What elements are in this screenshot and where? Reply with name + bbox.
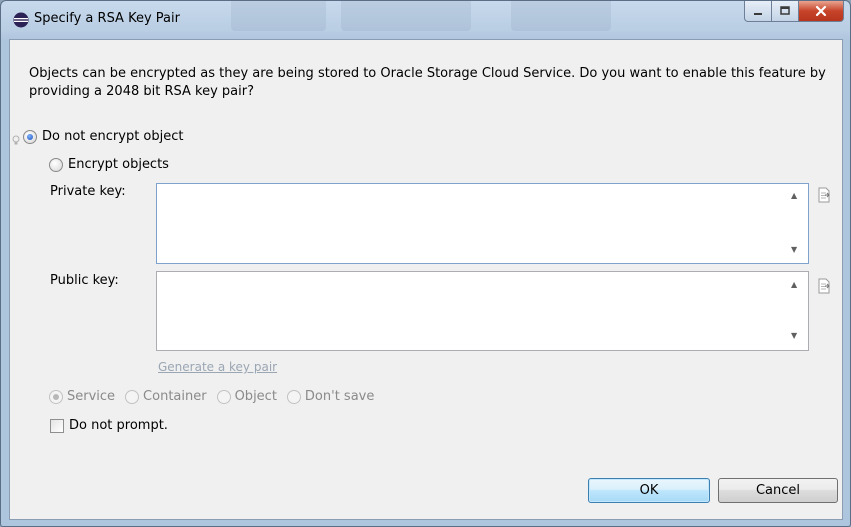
background-window-ghost <box>231 1 326 31</box>
title-bar[interactable]: Specify a RSA Key Pair <box>1 1 850 39</box>
radio-do-not-encrypt[interactable]: Do not encrypt object <box>23 129 183 144</box>
private-key-textarea[interactable] <box>156 183 809 264</box>
scroll-down-arrow-icon[interactable]: ▼ <box>791 331 797 340</box>
cancel-button[interactable]: Cancel <box>718 478 838 503</box>
file-import-icon[interactable] <box>817 278 831 294</box>
close-button[interactable] <box>799 1 844 22</box>
description-text: Objects can be encrypted as they are bei… <box>29 66 826 99</box>
radio-container[interactable]: Container <box>125 389 207 404</box>
radio-dont-save[interactable]: Don't save <box>286 389 375 404</box>
radio-label: Don't save <box>304 389 375 404</box>
scroll-down-arrow-icon[interactable]: ▼ <box>791 245 797 254</box>
radio-label: Service <box>67 389 116 404</box>
radio-service[interactable]: Service <box>49 389 115 404</box>
radio-label: Container <box>143 389 207 404</box>
file-import-icon[interactable] <box>817 187 831 203</box>
save-scope-group: Service Container Object Don't save <box>49 389 374 404</box>
generate-key-pair-link[interactable]: Generate a key pair <box>158 360 277 374</box>
background-window-ghost <box>511 1 611 31</box>
window-title: Specify a RSA Key Pair <box>34 11 180 26</box>
radio-button[interactable] <box>49 157 63 172</box>
scroll-up-arrow-icon[interactable]: ▲ <box>791 280 797 289</box>
radio-label: Encrypt objects <box>68 157 169 172</box>
maximize-icon <box>780 6 790 15</box>
do-not-prompt-checkbox[interactable]: Do not prompt. <box>50 418 168 433</box>
ok-button[interactable]: OK <box>588 478 710 503</box>
maximize-button[interactable] <box>772 1 799 22</box>
radio-button[interactable] <box>23 129 37 144</box>
checkbox-label: Do not prompt. <box>69 418 168 433</box>
radio-button[interactable] <box>125 389 140 404</box>
public-key-label: Public key: <box>50 273 119 288</box>
eclipse-icon <box>13 12 29 28</box>
minimize-icon <box>754 13 762 15</box>
radio-button[interactable] <box>286 389 301 404</box>
close-icon <box>815 5 827 17</box>
dialog-body: Objects can be encrypted as they are bei… <box>9 39 843 520</box>
caption-buttons <box>744 1 844 22</box>
radio-button[interactable] <box>49 389 63 404</box>
minimize-button[interactable] <box>744 1 772 22</box>
checkbox[interactable] <box>50 418 64 433</box>
scroll-up-arrow-icon[interactable]: ▲ <box>791 191 797 200</box>
radio-label: Object <box>234 389 277 404</box>
private-key-scrollbar[interactable]: ▲ ▼ <box>787 184 805 262</box>
radio-label: Do not encrypt object <box>42 129 184 144</box>
radio-button[interactable] <box>216 389 231 404</box>
private-key-label: Private key: <box>50 184 126 199</box>
background-window-ghost <box>341 1 471 31</box>
public-key-scrollbar[interactable]: ▲ ▼ <box>787 272 805 349</box>
dialog-window: Specify a RSA Key Pair Objects can be en… <box>0 0 851 527</box>
public-key-textarea[interactable] <box>156 271 809 351</box>
radio-encrypt-objects[interactable]: Encrypt objects <box>49 157 169 172</box>
radio-object[interactable]: Object <box>216 389 277 404</box>
lightbulb-icon <box>12 131 20 150</box>
